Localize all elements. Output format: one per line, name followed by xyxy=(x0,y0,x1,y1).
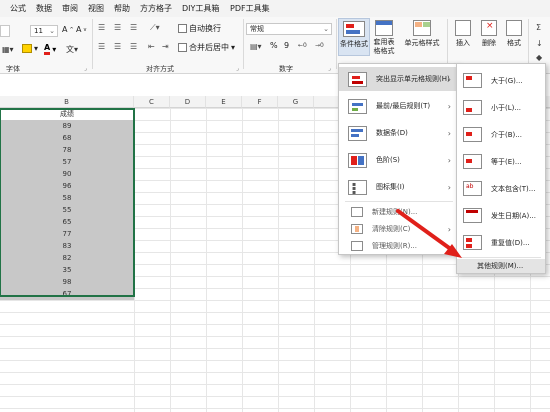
annotation-arrow xyxy=(396,209,462,258)
arrow-shaft xyxy=(396,209,454,252)
